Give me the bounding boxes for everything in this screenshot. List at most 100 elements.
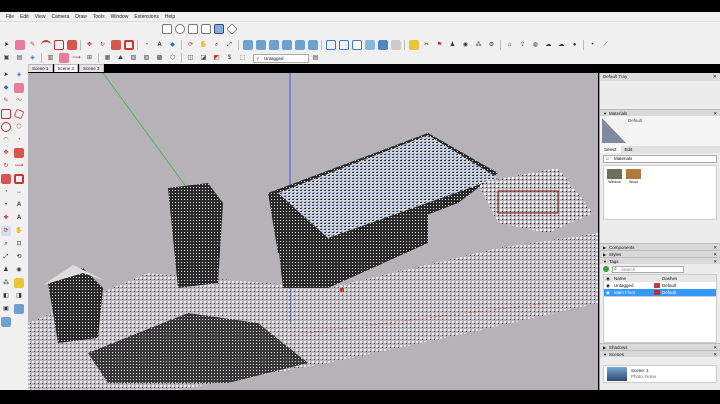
section-tool-icon[interactable]: [14, 278, 24, 288]
eraser-tool-icon[interactable]: [14, 83, 24, 93]
zoom-tool-icon[interactable]: ⌕: [1, 239, 11, 249]
right-view-icon[interactable]: [281, 40, 292, 50]
account-icon[interactable]: ●: [570, 40, 580, 50]
material-item[interactable]: Window: [606, 169, 623, 184]
rect-tool-icon[interactable]: [1, 109, 11, 119]
tab-edit[interactable]: Edit: [621, 146, 637, 153]
zoom-icon[interactable]: ⌕: [212, 40, 222, 50]
make-component-icon[interactable]: ◈: [28, 53, 38, 63]
orbit-icon[interactable]: ⟳: [186, 40, 196, 50]
top-view-icon[interactable]: [255, 40, 266, 50]
components-icon[interactable]: ▣: [2, 53, 12, 63]
textured-icon[interactable]: [377, 40, 388, 50]
freehand-icon[interactable]: 〜: [14, 96, 24, 106]
shadows-panel-header[interactable]: ▶ Shadows ✕: [600, 343, 720, 350]
move-tool-icon[interactable]: ✥: [1, 148, 11, 158]
paint-icon[interactable]: ◆: [1, 83, 11, 93]
components-panel-header[interactable]: ▶ Components ✕: [600, 243, 720, 250]
footprint-icon[interactable]: ⁂: [474, 40, 484, 50]
orbit-tool-icon[interactable]: ⟳: [1, 226, 11, 236]
scene-list-item[interactable]: Scene: 1 Photo: None: [603, 365, 717, 383]
tab-select[interactable]: Select: [600, 146, 621, 153]
position-camera-icon[interactable]: ♟: [1, 265, 11, 275]
axes-icon[interactable]: ✚: [1, 213, 11, 223]
scale-icon[interactable]: [110, 40, 121, 50]
arc-tool-icon[interactable]: ◠: [1, 135, 11, 145]
stamp-icon[interactable]: ▨: [142, 53, 152, 63]
diamond-icon[interactable]: [225, 23, 238, 35]
intersect-icon[interactable]: ⊞: [85, 53, 95, 63]
menu-tools[interactable]: Tools: [90, 12, 108, 22]
solid-subtract-icon[interactable]: ◪: [199, 53, 209, 63]
menu-extensions[interactable]: Extensions: [131, 12, 161, 22]
group-icon[interactable]: ▤: [15, 53, 25, 63]
move-icon[interactable]: ✥: [85, 40, 95, 50]
tag-color-swatch[interactable]: [654, 283, 660, 288]
model-viewport[interactable]: [28, 73, 598, 390]
pan-icon[interactable]: ✋: [199, 40, 209, 50]
share-model-icon[interactable]: ⇪: [518, 40, 528, 50]
monochrome-icon[interactable]: [390, 40, 401, 50]
zoom-extents-tool-icon[interactable]: ⤢: [1, 252, 11, 262]
eye-icon[interactable]: ◉: [604, 282, 612, 289]
follow-me-icon[interactable]: ⟿: [72, 53, 82, 63]
tab-scene-2[interactable]: Scene 2: [53, 64, 79, 72]
close-panel-icon[interactable]: ✕: [713, 351, 717, 358]
iso-view-icon[interactable]: [242, 40, 253, 50]
styles-panel-header[interactable]: ▶ Styles ✕: [600, 250, 720, 257]
menu-draw[interactable]: Draw: [72, 12, 90, 22]
polygon-tool-icon[interactable]: ⬡: [14, 122, 24, 132]
tab-scene-1[interactable]: Scene 1: [28, 64, 53, 72]
hexagon-icon[interactable]: [187, 24, 198, 34]
location-icon[interactable]: ⚑: [435, 40, 445, 50]
menu-view[interactable]: View: [32, 12, 49, 22]
rotate-icon[interactable]: ↻: [98, 40, 108, 50]
line-tool-icon[interactable]: ⟋: [601, 40, 611, 50]
zoom-window-icon[interactable]: ⊡: [14, 239, 24, 249]
section-cut-icon[interactable]: ✂: [422, 40, 432, 50]
outliner-icon[interactable]: ▥: [46, 53, 56, 63]
section-fill-icon[interactable]: ▣: [1, 304, 11, 314]
look-around-tool-icon[interactable]: ◉: [14, 265, 24, 275]
name-column-header[interactable]: Name: [612, 275, 652, 282]
pan-tool-icon[interactable]: ✋: [14, 226, 24, 236]
sandbox-icon[interactable]: ▦: [103, 53, 113, 63]
paint-bucket-icon[interactable]: ◆: [168, 40, 178, 50]
look-around-icon[interactable]: ◉: [461, 40, 471, 50]
rectangle-icon[interactable]: [53, 40, 64, 50]
tab-scene-3[interactable]: Scene 3: [79, 64, 104, 72]
pushpull-tool-icon[interactable]: [14, 148, 24, 158]
eye-icon[interactable]: ◉: [604, 289, 612, 296]
dimension-icon[interactable]: ↔: [14, 187, 24, 197]
polygon-icon[interactable]: [200, 24, 211, 34]
menu-camera[interactable]: Camera: [48, 12, 72, 22]
drape-icon[interactable]: ▩: [155, 53, 165, 63]
tags-search-input[interactable]: ⌕ Search: [612, 265, 684, 273]
left-view-icon[interactable]: [307, 40, 318, 50]
protractor-icon[interactable]: ◓: [1, 200, 11, 210]
price-icon[interactable]: $: [225, 53, 235, 63]
3d-text-icon[interactable]: A: [14, 213, 24, 223]
circle-icon[interactable]: [1, 122, 11, 132]
smoove-icon[interactable]: ▧: [129, 53, 139, 63]
close-panel-icon[interactable]: ✕: [713, 258, 717, 265]
menu-help[interactable]: Help: [162, 12, 178, 22]
dashes-column-header[interactable]: Dashes: [662, 275, 692, 282]
tape-measure-icon[interactable]: ◔: [142, 40, 152, 50]
blue-cube-icon[interactable]: [14, 304, 24, 314]
section-plane-icon[interactable]: [408, 40, 419, 50]
walk-tool-icon[interactable]: ⁂: [1, 278, 11, 288]
display-sections-icon[interactable]: ◧: [1, 291, 11, 301]
material-name[interactable]: Default: [628, 118, 642, 123]
cloud-download-icon[interactable]: ☁: [557, 40, 567, 50]
tape-icon[interactable]: ◔: [1, 187, 11, 197]
table-row[interactable]: ◉ Untagged Default: [604, 282, 716, 289]
xray-icon[interactable]: [325, 40, 336, 50]
tags-icon[interactable]: ▤: [311, 53, 321, 63]
pie-icon[interactable]: ◔: [14, 135, 24, 145]
cloud-upload-icon[interactable]: ☁: [544, 40, 554, 50]
cube-icon[interactable]: [213, 24, 224, 34]
material-item[interactable]: Wood: [625, 169, 642, 184]
followme-tool-icon[interactable]: ⟿: [14, 161, 24, 171]
tag-color-swatch[interactable]: [654, 290, 660, 295]
